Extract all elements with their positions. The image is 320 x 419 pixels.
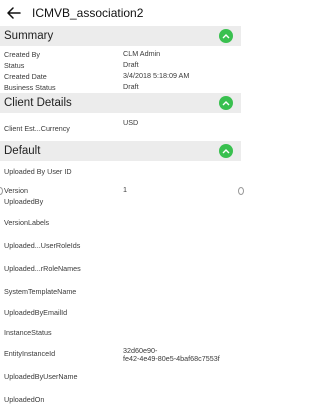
- field-value: USD: [123, 118, 139, 127]
- back-arrow-icon[interactable]: [6, 5, 22, 21]
- section-title: Default: [4, 145, 41, 157]
- field-label: Version: [4, 186, 28, 195]
- scroll-handle-left-icon[interactable]: [0, 187, 3, 195]
- client-details-rows: Client Est...Currency USD: [0, 113, 241, 141]
- field-value: CLM Admin: [123, 49, 161, 58]
- field-label: EntityInstanceId: [4, 349, 56, 358]
- field-label: Status: [4, 61, 25, 70]
- chevron-up-icon[interactable]: [219, 29, 233, 43]
- field-label: UploadedOn: [4, 395, 45, 404]
- section-header-default[interactable]: Default: [0, 141, 241, 161]
- chevron-up-icon[interactable]: [219, 144, 233, 158]
- field-value: Draft: [123, 60, 139, 69]
- field-label: UploadedBy: [4, 197, 44, 206]
- scroll-handle-right-icon[interactable]: [238, 187, 244, 195]
- field-label: Business Status: [4, 83, 56, 92]
- section-title: Summary: [4, 30, 54, 42]
- field-label: UploadedByEmailId: [4, 308, 68, 317]
- field-label: Uploaded...UserRoleIds: [4, 241, 81, 250]
- field-label: Uploaded...rRoleNames: [4, 264, 81, 273]
- field-label: UploadedByUserName: [4, 372, 78, 381]
- field-label: Created By: [4, 50, 40, 59]
- page-title: ICMVB_association2: [32, 6, 144, 20]
- field-label: Created Date: [4, 72, 47, 81]
- section-title: Client Details: [4, 97, 72, 109]
- field-label: SystemTemplateName: [4, 287, 77, 296]
- section-header-summary[interactable]: Summary: [0, 26, 241, 46]
- field-value: 3/4/2018 5:18:09 AM: [123, 71, 190, 80]
- field-label: VersionLabels: [4, 218, 50, 227]
- field-label: Uploaded By User ID: [4, 167, 72, 176]
- field-value-continued: fe42-4e49-80e5-4baf68c7553f: [123, 354, 220, 363]
- chevron-up-icon[interactable]: [219, 96, 233, 110]
- field-label: Client Est...Currency: [4, 124, 70, 133]
- field-value: 1: [123, 185, 127, 194]
- section-header-client-details[interactable]: Client Details: [0, 93, 241, 113]
- field-label: InstanceStatus: [4, 328, 52, 337]
- summary-rows: Created By CLM Admin Status Draft Create…: [0, 46, 241, 93]
- field-value: Draft: [123, 82, 139, 91]
- top-bar: ICMVB_association2: [0, 0, 241, 26]
- default-rows: Uploaded By User ID Version 1 UploadedBy…: [0, 161, 244, 411]
